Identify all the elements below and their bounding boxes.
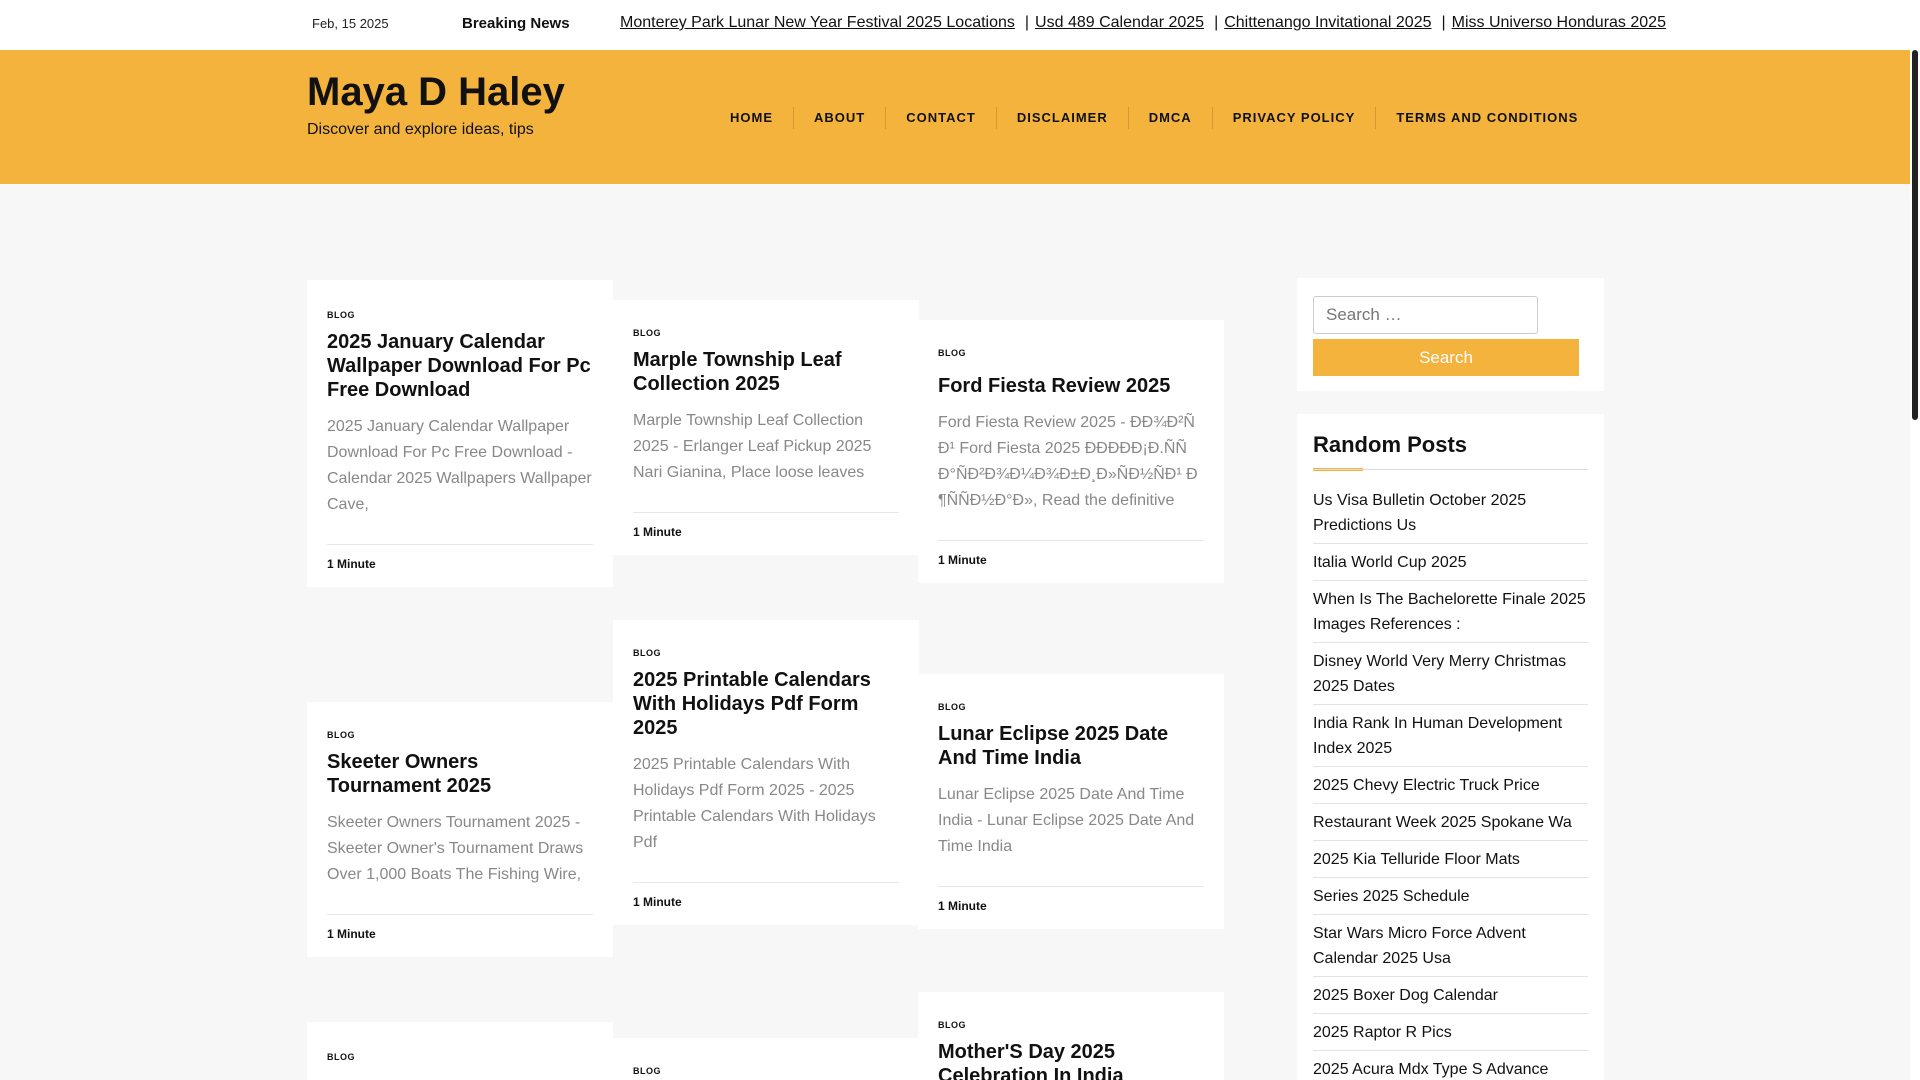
post-excerpt: Ford Fiesta Review 2025 - ÐÐ¾Ð²ÑÐ¹ Ford … <box>938 414 1198 509</box>
random-posts-list: Us Visa Bulletin October 2025 Prediction… <box>1313 488 1588 1080</box>
search-input[interactable] <box>1313 296 1538 334</box>
random-post-link[interactable]: 2025 Raptor R Pics <box>1313 1020 1588 1051</box>
post-category[interactable]: BLOG <box>938 702 1204 712</box>
top-bar: Feb, 15 2025 Breaking News Monterey Park… <box>0 0 1910 50</box>
post-card: BLOG <box>307 1022 613 1080</box>
search-button[interactable]: Search <box>1313 339 1579 376</box>
post-read-time: 1 Minute <box>633 882 899 925</box>
site-tagline: Discover and explore ideas, tips <box>307 121 534 138</box>
page-scrollbar[interactable] <box>1910 0 1920 1080</box>
random-post-link[interactable]: When Is The Bachelorette Finale 2025 Ima… <box>1313 587 1588 643</box>
current-date: Feb, 15 2025 <box>312 16 389 31</box>
breaking-news-label: Breaking News <box>462 15 570 32</box>
random-post-link[interactable]: Italia World Cup 2025 <box>1313 550 1588 581</box>
post-title[interactable]: Mother'S Day 2025 Celebration In India <box>938 1040 1204 1080</box>
post-title[interactable]: 2025 January Calendar Wallpaper Download… <box>327 330 593 402</box>
post-card: BLOG Ford Fiesta Review 2025 Ford Fiesta… <box>918 320 1224 583</box>
post-category[interactable]: BLOG <box>327 730 593 740</box>
post-read-time: 1 Minute <box>633 512 899 555</box>
post-category[interactable]: BLOG <box>633 1066 899 1076</box>
random-post-link[interactable]: Series 2025 Schedule <box>1313 884 1588 915</box>
nav-item-privacy-policy[interactable]: PRIVACY POLICY <box>1213 107 1377 129</box>
nav-item-home[interactable]: HOME <box>710 107 794 129</box>
ticker-link[interactable]: Usd 489 Calendar 2025 <box>1035 14 1204 31</box>
post-card: BLOG <box>613 1038 919 1080</box>
post-card: BLOG Marple Township Leaf Collection 202… <box>613 300 919 555</box>
nav-item-dmca[interactable]: DMCA <box>1129 107 1213 129</box>
post-excerpt: Lunar Eclipse 2025 Date And Time India -… <box>938 786 1195 855</box>
random-post-link[interactable]: India Rank In Human Development Index 20… <box>1313 711 1588 767</box>
post-category[interactable]: BLOG <box>327 1052 593 1062</box>
post-card: BLOG Lunar Eclipse 2025 Date And Time In… <box>918 674 1224 929</box>
post-read-time: 1 Minute <box>938 540 1204 583</box>
random-post-link[interactable]: Us Visa Bulletin October 2025 Prediction… <box>1313 488 1588 544</box>
post-card: BLOG Skeeter Owners Tournament 2025 Skee… <box>307 702 613 957</box>
post-title[interactable]: Marple Township Leaf Collection 2025 <box>633 348 899 396</box>
random-post-link[interactable]: 2025 Chevy Electric Truck Price <box>1313 773 1588 804</box>
post-card: BLOG Mother'S Day 2025 Celebration In In… <box>918 992 1224 1080</box>
search-widget: Search <box>1297 278 1604 391</box>
post-title[interactable]: 2025 Printable Calendars With Holidays P… <box>633 668 899 740</box>
post-category[interactable]: BLOG <box>938 348 1204 358</box>
ticker-link[interactable]: Chittenango Invitational 2025 <box>1224 14 1431 31</box>
ticker-link[interactable]: Monterey Park Lunar New Year Festival 20… <box>620 14 1015 31</box>
post-card: BLOG 2025 Printable Calendars With Holid… <box>613 620 919 925</box>
post-title[interactable]: Lunar Eclipse 2025 Date And Time India <box>938 722 1204 770</box>
main-navigation: HOME ABOUT CONTACT DISCLAIMER DMCA PRIVA… <box>710 107 1598 129</box>
scrollbar-thumb[interactable] <box>1912 50 1918 420</box>
ticker-separator: | <box>1214 14 1219 31</box>
post-title[interactable]: Ford Fiesta Review 2025 <box>938 374 1204 398</box>
title-divider <box>1313 469 1588 470</box>
nav-item-terms-and-conditions[interactable]: TERMS AND CONDITIONS <box>1376 107 1598 129</box>
post-read-time: 1 Minute <box>938 886 1204 929</box>
random-posts-title: Random Posts <box>1313 432 1468 457</box>
nav-item-about[interactable]: ABOUT <box>794 107 887 129</box>
post-excerpt: Marple Township Leaf Collection 2025 - E… <box>633 412 872 481</box>
post-read-time: 1 Minute <box>327 914 593 957</box>
post-title[interactable]: Skeeter Owners Tournament 2025 <box>327 750 593 798</box>
post-category[interactable]: BLOG <box>633 328 899 338</box>
ticker-separator: | <box>1024 14 1030 31</box>
ticker-link[interactable]: Miss Universo Honduras 2025 <box>1452 14 1666 31</box>
site-header: Maya D Haley Discover and explore ideas,… <box>0 50 1910 184</box>
post-excerpt: 2025 Printable Calendars With Holidays P… <box>633 756 876 851</box>
post-card: BLOG 2025 January Calendar Wallpaper Dow… <box>307 280 613 587</box>
random-post-link[interactable]: 2025 Kia Telluride Floor Mats <box>1313 847 1588 878</box>
post-excerpt: 2025 January Calendar Wallpaper Download… <box>327 418 592 513</box>
nav-item-contact[interactable]: CONTACT <box>886 107 997 129</box>
random-posts-widget: Random Posts Us Visa Bulletin October 20… <box>1297 414 1604 1080</box>
site-title[interactable]: Maya D Haley <box>307 70 565 115</box>
nav-item-disclaimer[interactable]: DISCLAIMER <box>997 107 1129 129</box>
ticker-separator: | <box>1441 14 1446 31</box>
post-category[interactable]: BLOG <box>327 310 593 320</box>
post-category[interactable]: BLOG <box>938 1020 1204 1030</box>
breaking-news-ticker: Monterey Park Lunar New Year Festival 20… <box>620 14 1672 38</box>
post-excerpt: Skeeter Owners Tournament 2025 - Skeeter… <box>327 814 584 883</box>
post-category[interactable]: BLOG <box>633 648 899 658</box>
random-post-link[interactable]: Restaurant Week 2025 Spokane Wa <box>1313 810 1588 841</box>
random-post-link[interactable]: 2025 Boxer Dog Calendar <box>1313 983 1588 1014</box>
post-read-time: 1 Minute <box>327 544 593 587</box>
random-post-link[interactable]: 2025 Acura Mdx Type S Advance <box>1313 1057 1588 1080</box>
random-post-link[interactable]: Disney World Very Merry Christmas 2025 D… <box>1313 649 1588 705</box>
random-post-link[interactable]: Star Wars Micro Force Advent Calendar 20… <box>1313 921 1588 977</box>
